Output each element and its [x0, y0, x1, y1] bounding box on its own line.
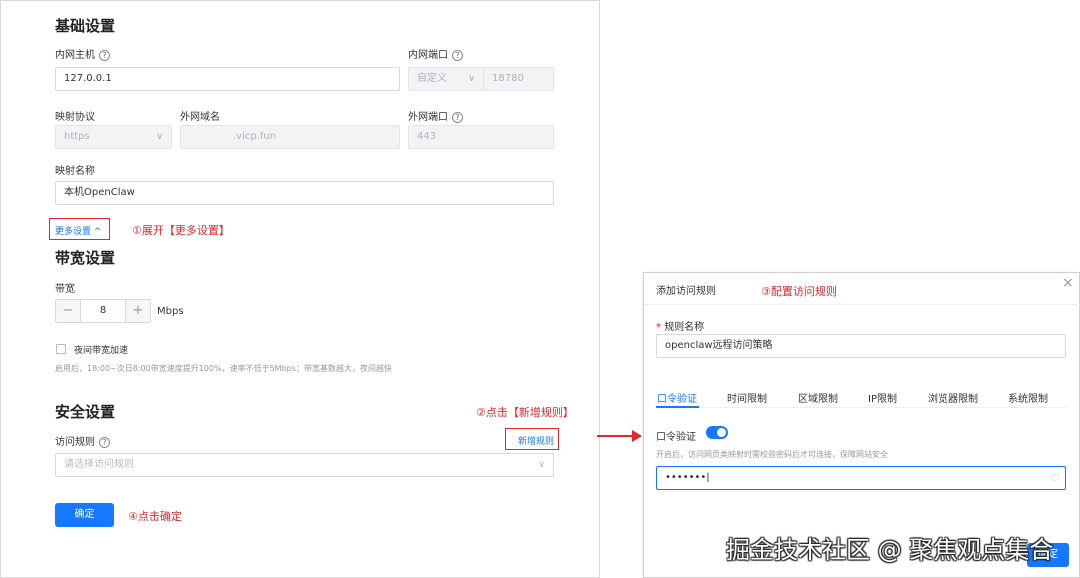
tab-region-limit[interactable]: 区域限制 [798, 390, 838, 405]
eye-icon[interactable]: ◌ [1051, 467, 1059, 489]
mapping-name-input[interactable]: 本机OpenClaw [55, 181, 554, 205]
internal-host-label: 内网主机? [55, 46, 110, 61]
dialog-header-divider [644, 304, 1080, 305]
internal-port-mode-select[interactable]: 自定义 ∨ [408, 67, 484, 91]
watermark: 掘金技术社区 @ 聚焦观点集合 [726, 536, 1054, 564]
night-boost-checkbox[interactable] [56, 344, 66, 354]
external-port-label: 外网端口? [408, 108, 463, 123]
annotation-step1: ①展开【更多设置】 [132, 224, 230, 237]
internal-port-label: 内网端口? [408, 46, 463, 61]
internal-port-input[interactable]: 18780 [483, 67, 554, 91]
protocol-label: 映射协议 [55, 112, 95, 123]
access-rule-select[interactable]: 请选择访问规则 ∨ [55, 453, 554, 477]
password-input[interactable]: •••••••| ◌ [656, 466, 1066, 490]
annotation-step4: ④点击确定 [128, 510, 182, 523]
help-icon[interactable]: ? [99, 49, 110, 61]
domain-label: 外网域名 [180, 112, 220, 123]
night-boost-label: 夜间带宽加速 [74, 346, 129, 356]
active-tab-indicator [656, 406, 699, 408]
access-rule-label: 访问规则? [55, 433, 110, 448]
bandwidth-value[interactable]: 8 [80, 300, 126, 322]
rule-name-input[interactable]: openclaw远程访问策略 [656, 334, 1066, 358]
rule-name-label: * 规则名称 [656, 322, 705, 333]
annotation-arrow-line [597, 435, 633, 437]
bandwidth-settings-title: 带宽设置 [55, 249, 116, 267]
chevron-down-icon: ∨ [538, 460, 545, 470]
bandwidth-label: 带宽 [55, 284, 75, 295]
tab-password[interactable]: 口令验证 [657, 390, 697, 405]
tab-ip-limit[interactable]: IP限制 [868, 390, 897, 405]
domain-input[interactable]: .vicp.fun [180, 125, 400, 149]
help-icon[interactable]: ? [452, 49, 463, 61]
confirm-button[interactable]: 确定 [55, 503, 114, 527]
bandwidth-stepper: − 8 + [55, 299, 151, 323]
help-icon[interactable]: ? [452, 111, 463, 123]
security-settings-title: 安全设置 [55, 403, 116, 421]
add-rule-link[interactable]: 新增规则 [518, 434, 554, 447]
tab-time-limit[interactable]: 时间限制 [727, 390, 767, 405]
password-toggle[interactable] [706, 426, 728, 439]
tab-bar-divider [656, 407, 1066, 408]
arrow-right-icon [632, 430, 642, 442]
chevron-down-icon: ∨ [468, 74, 475, 84]
tab-system-limit[interactable]: 系统限制 [1008, 390, 1048, 405]
basic-settings-title: 基础设置 [55, 17, 116, 35]
help-icon[interactable]: ? [99, 436, 110, 448]
tab-browser-limit[interactable]: 浏览器限制 [928, 390, 978, 405]
internal-host-input[interactable]: 127.0.0.1 [55, 67, 400, 91]
password-toggle-label: 口令验证 [656, 432, 696, 443]
more-settings-link[interactable]: 更多设置 ^ [55, 224, 101, 237]
mapping-name-label: 映射名称 [55, 166, 95, 177]
external-port-input[interactable]: 443 [408, 125, 554, 149]
night-boost-description: 启用后，18:00~次日8:00带宽速度提升100%，速率不低于5Mbps；带宽… [55, 364, 392, 373]
protocol-select[interactable]: https ∨ [55, 125, 172, 149]
increment-button[interactable]: + [126, 300, 150, 322]
bandwidth-unit: Mbps [157, 306, 184, 317]
password-description: 开启后，访问网页类映射时需校验密码后才可连接，保障网站安全 [656, 450, 888, 459]
annotation-step3: ③配置访问规则 [761, 285, 837, 298]
mapping-settings-panel: 基础设置 内网主机? 127.0.0.1 内网端口? 自定义 ∨ 18780 映射… [0, 0, 600, 578]
chevron-down-icon: ∨ [156, 132, 163, 142]
annotation-step2: ②点击【新增规则】 [476, 406, 574, 419]
close-icon[interactable]: × [1062, 275, 1074, 291]
dialog-title: 添加访问规则 [656, 286, 716, 297]
decrement-button[interactable]: − [56, 300, 80, 322]
